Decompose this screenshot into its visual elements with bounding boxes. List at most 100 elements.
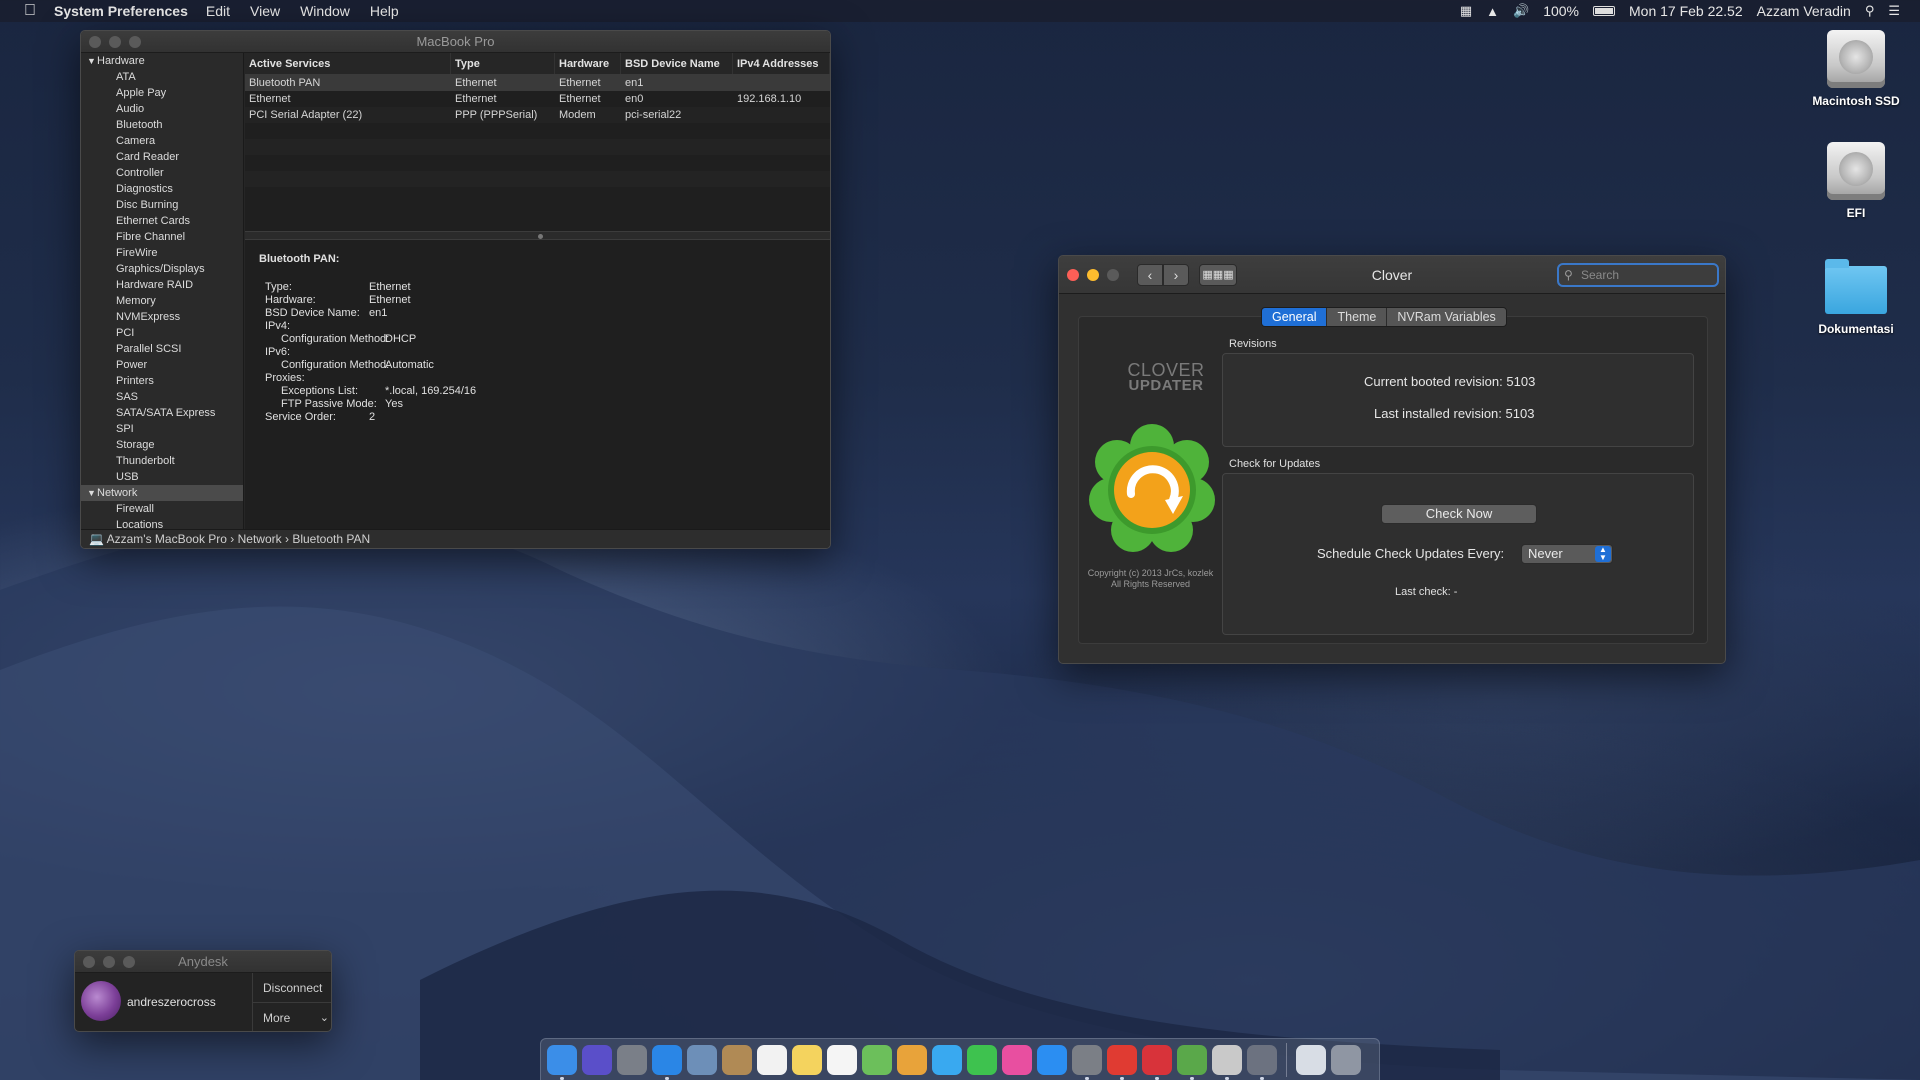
- utility-icon[interactable]: [1247, 1044, 1277, 1080]
- column-header-bsd-device-name[interactable]: BSD Device Name: [621, 53, 733, 74]
- search-input[interactable]: ⚲ Search: [1557, 263, 1719, 287]
- forward-button[interactable]: ›: [1163, 264, 1189, 286]
- notes-icon[interactable]: [792, 1044, 822, 1075]
- sidebar-item[interactable]: Storage: [81, 437, 243, 453]
- sidebar-item[interactable]: Parallel SCSI: [81, 341, 243, 357]
- close-icon[interactable]: [89, 36, 101, 48]
- system-preferences-icon[interactable]: [1072, 1044, 1102, 1080]
- desktop-icon-macintosh-ssd[interactable]: Macintosh SSD: [1791, 30, 1920, 108]
- sidebar-item[interactable]: Diagnostics: [81, 181, 243, 197]
- downloads-icon[interactable]: [1296, 1044, 1326, 1075]
- clover-icon[interactable]: [1177, 1044, 1207, 1080]
- sidebar-group-network[interactable]: ▼Network: [81, 485, 243, 501]
- column-header-type[interactable]: Type: [451, 53, 555, 74]
- apple-menu-icon[interactable]: : [20, 2, 40, 20]
- schedule-select[interactable]: Never ▲ ▼: [1521, 544, 1613, 564]
- script-editor-icon[interactable]: [1212, 1044, 1242, 1080]
- sidebar-item[interactable]: Card Reader: [81, 149, 243, 165]
- menu-help[interactable]: Help: [370, 3, 399, 19]
- table-row[interactable]: Bluetooth PAN Ethernet Ethernet en1: [245, 75, 830, 91]
- sidebar-item[interactable]: Ethernet Cards: [81, 213, 243, 229]
- sidebar-item[interactable]: Camera: [81, 133, 243, 149]
- user-menu[interactable]: Azzam Veradin: [1757, 3, 1851, 19]
- table-row[interactable]: Ethernet Ethernet Ethernet en0 192.168.1.10: [245, 91, 830, 107]
- menu-edit[interactable]: Edit: [206, 3, 230, 19]
- sidebar-item[interactable]: SATA/SATA Express: [81, 405, 243, 421]
- table-row[interactable]: [245, 155, 830, 171]
- sidebar-item[interactable]: SAS: [81, 389, 243, 405]
- anydesk-icon[interactable]: [1107, 1044, 1137, 1080]
- disclosure-triangle-icon[interactable]: ▼: [87, 55, 97, 67]
- tab-theme[interactable]: Theme: [1327, 308, 1388, 326]
- column-header-ipv4-addresses[interactable]: IPv4 Addresses: [733, 53, 830, 74]
- sidebar-item[interactable]: Hardware RAID: [81, 277, 243, 293]
- sidebar-item[interactable]: FireWire: [81, 245, 243, 261]
- messages-icon[interactable]: [932, 1044, 962, 1075]
- more-button[interactable]: More ⌄: [253, 1003, 331, 1031]
- finder-icon[interactable]: [547, 1044, 577, 1080]
- menu-app-name[interactable]: System Preferences: [54, 3, 188, 19]
- close-icon[interactable]: [83, 956, 95, 968]
- minimize-icon[interactable]: [103, 956, 115, 968]
- sidebar-group-hardware[interactable]: ▼Hardware: [81, 53, 243, 69]
- menu-window[interactable]: Window: [300, 3, 350, 19]
- tab-nvram-variables[interactable]: NVRam Variables: [1387, 308, 1506, 326]
- menu-view[interactable]: View: [250, 3, 280, 19]
- sidebar-item[interactable]: Apple Pay: [81, 85, 243, 101]
- desktop-icon-efi[interactable]: EFI: [1791, 142, 1920, 220]
- sidebar-item[interactable]: Power: [81, 357, 243, 373]
- minimize-icon[interactable]: [109, 36, 121, 48]
- airplay-icon[interactable]: ▲: [1486, 4, 1499, 19]
- battery-icon[interactable]: [1593, 6, 1615, 16]
- window-titlebar[interactable]: MacBook Pro: [81, 31, 830, 53]
- disclosure-triangle-icon[interactable]: ▼: [87, 487, 97, 499]
- sidebar-item[interactable]: NVMExpress: [81, 309, 243, 325]
- sidebar-item[interactable]: PCI: [81, 325, 243, 341]
- sidebar-item[interactable]: Memory: [81, 293, 243, 309]
- trash-icon[interactable]: [1331, 1044, 1361, 1075]
- window-titlebar[interactable]: ‹ › ▦▦▦ Clover ⚲ Search: [1059, 256, 1725, 294]
- battery-percent[interactable]: 100%: [1543, 3, 1579, 19]
- path-item[interactable]: Azzam's MacBook Pro: [107, 532, 227, 546]
- notification-center-icon[interactable]: ☰: [1888, 3, 1900, 19]
- show-all-button[interactable]: ▦▦▦: [1199, 264, 1237, 286]
- sidebar-item[interactable]: USB: [81, 469, 243, 485]
- safari-icon[interactable]: [652, 1044, 682, 1080]
- sidebar-item[interactable]: Graphics/Displays: [81, 261, 243, 277]
- close-icon[interactable]: [1067, 269, 1079, 281]
- siri-icon[interactable]: [582, 1044, 612, 1075]
- anydesk-alt-icon[interactable]: [1142, 1044, 1172, 1080]
- spotlight-search-icon[interactable]: ⚲: [1865, 3, 1875, 19]
- sidebar-item[interactable]: Disc Burning: [81, 197, 243, 213]
- desktop-icon-dokumentasi[interactable]: Dokumentasi: [1791, 258, 1920, 336]
- itunes-icon[interactable]: [1002, 1044, 1032, 1075]
- contacts-icon[interactable]: [722, 1044, 752, 1075]
- column-header-active-services[interactable]: Active Services: [245, 53, 451, 74]
- zoom-icon[interactable]: [1107, 269, 1119, 281]
- volume-icon[interactable]: 🔊: [1513, 3, 1529, 19]
- split-view-divider[interactable]: [245, 231, 830, 240]
- check-now-button[interactable]: Check Now: [1381, 504, 1537, 524]
- reminders-icon[interactable]: [827, 1044, 857, 1075]
- table-row[interactable]: [245, 139, 830, 155]
- table-row[interactable]: [245, 171, 830, 187]
- sidebar-item[interactable]: Audio: [81, 101, 243, 117]
- sidebar-item[interactable]: Fibre Channel: [81, 229, 243, 245]
- sidebar-item[interactable]: Firewall: [81, 501, 243, 517]
- column-header-hardware[interactable]: Hardware: [555, 53, 621, 74]
- zoom-icon[interactable]: [123, 956, 135, 968]
- app-store-icon[interactable]: [1037, 1044, 1067, 1075]
- photos-icon[interactable]: [897, 1044, 927, 1075]
- zoom-icon[interactable]: [129, 36, 141, 48]
- window-titlebar[interactable]: Anydesk: [75, 951, 331, 973]
- path-item[interactable]: Bluetooth PAN: [292, 532, 370, 546]
- maps-icon[interactable]: [862, 1044, 892, 1075]
- table-row[interactable]: PCI Serial Adapter (22) PPP (PPPSerial) Mo…: [245, 107, 830, 123]
- sidebar-item[interactable]: Bluetooth: [81, 117, 243, 133]
- calendar-icon[interactable]: [757, 1044, 787, 1075]
- sidebar-item[interactable]: Thunderbolt: [81, 453, 243, 469]
- activity-monitor-icon[interactable]: ▦: [1460, 3, 1472, 19]
- table-row[interactable]: [245, 123, 830, 139]
- sidebar-item[interactable]: ATA: [81, 69, 243, 85]
- minimize-icon[interactable]: [1087, 269, 1099, 281]
